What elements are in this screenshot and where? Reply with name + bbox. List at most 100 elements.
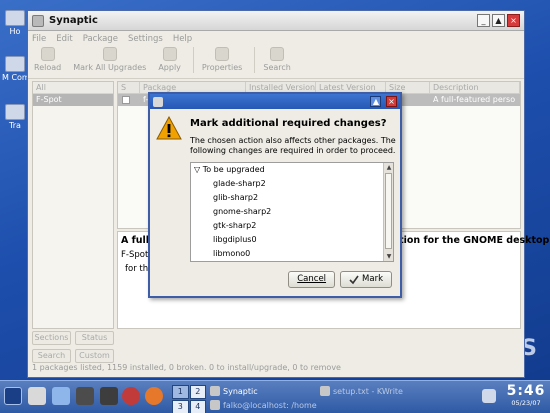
menu-package[interactable]: Package (83, 34, 118, 44)
search-button[interactable]: Search (263, 47, 291, 72)
minimize-button[interactable]: _ (477, 14, 490, 27)
computer-icon (5, 56, 25, 72)
col-status[interactable]: S (118, 82, 140, 93)
dialog-title-bar[interactable]: ▲ × (150, 94, 400, 109)
help-icon[interactable] (122, 387, 140, 405)
sections-button[interactable]: Sections (32, 331, 71, 345)
status-bar: 1 packages listed, 1159 installed, 0 bro… (32, 363, 341, 372)
desktop-icon-trash[interactable]: Tra (2, 104, 28, 130)
tools-icon[interactable] (100, 387, 118, 405)
list-item[interactable]: glib-sharp2 (191, 191, 383, 205)
desktop-icon-computer[interactable]: M Comp (2, 56, 28, 82)
side-buttons-row-2: Search Custom (32, 349, 114, 363)
maximize-button[interactable]: ▲ (492, 14, 505, 27)
menu-settings[interactable]: Settings (128, 34, 163, 44)
task-label: falko@localhost: /home (223, 400, 317, 410)
network-tray-icon[interactable] (482, 389, 496, 403)
scroll-thumb[interactable] (385, 173, 392, 249)
toolbar: Reload Mark All Upgrades Apply Propertie… (28, 47, 524, 79)
list-item[interactable]: libgdiplus0 (191, 233, 383, 247)
side-buttons-row-1: Sections Status (32, 331, 114, 345)
desktop-icon-label: Tra (9, 121, 21, 130)
home-folder-icon (5, 10, 25, 26)
scroll-down-icon[interactable]: ▼ (384, 252, 394, 261)
home-icon[interactable] (52, 387, 70, 405)
pager-desktop-2[interactable]: 2 (189, 385, 206, 399)
reload-button[interactable]: Reload (34, 47, 61, 72)
clock-time: 5:46 (506, 383, 546, 399)
properties-label: Properties (201, 63, 243, 72)
mark-all-upgrades-label: Mark All Upgrades (73, 63, 147, 72)
menu-edit[interactable]: Edit (56, 34, 72, 44)
row-description: A full-featured perso (433, 95, 516, 104)
list-item[interactable]: gtk-sharp2 (191, 219, 383, 233)
show-desktop-icon[interactable] (28, 387, 46, 405)
desktop-icon-home[interactable]: Ho (2, 10, 28, 36)
pager-desktop-3[interactable]: 3 (172, 400, 189, 413)
list-item[interactable]: gnome-sharp2 (191, 205, 383, 219)
trash-icon (5, 104, 25, 120)
tree-group-to-be-upgraded[interactable]: ▽ To be upgraded (191, 163, 383, 177)
row-checkbox[interactable] (122, 96, 130, 104)
synaptic-app-icon (32, 14, 44, 27)
mark-button[interactable]: Mark (340, 271, 392, 288)
row-checkbox-cell (118, 94, 140, 106)
custom-button[interactable]: Custom (75, 349, 114, 363)
filter-list[interactable]: All F-Spot (32, 81, 114, 329)
list-item[interactable]: libmono0 (191, 247, 383, 261)
changes-tree-items: ▽ To be upgraded glade-sharp2 glib-sharp… (191, 163, 383, 261)
task-synaptic[interactable]: Synaptic (210, 386, 258, 396)
tree-scrollbar[interactable]: ▲ ▼ (383, 163, 393, 261)
reload-icon (40, 47, 55, 61)
dialog-maximize-button[interactable]: ▲ (370, 96, 382, 107)
scroll-up-icon[interactable]: ▲ (384, 163, 394, 172)
toolbar-separator (254, 47, 256, 73)
dialog-window-buttons: ▲ × (368, 96, 397, 107)
apply-label: Apply (158, 63, 181, 72)
changes-tree[interactable]: ▽ To be upgraded glade-sharp2 glib-sharp… (190, 162, 394, 262)
konsole-task-icon (210, 400, 220, 410)
start-menu-icon[interactable] (4, 387, 22, 405)
filter-list-header: All (33, 82, 113, 94)
search-label: Search (263, 63, 291, 72)
filter-item[interactable]: F-Spot (33, 94, 113, 106)
toolbar-separator (192, 47, 194, 73)
task-kwrite[interactable]: setup.txt - KWrite (320, 386, 403, 396)
clock-date: 05/23/07 (511, 399, 541, 407)
list-item[interactable]: glade-sharp2 (191, 177, 383, 191)
expander-icon[interactable]: ▽ (194, 165, 200, 174)
apply-icon (162, 47, 177, 61)
dialog-app-icon (153, 96, 163, 107)
warning-icon (156, 116, 182, 140)
pager-desktop-1[interactable]: 1 (172, 385, 189, 399)
title-bar[interactable]: Synaptic _ ▲ × (28, 11, 524, 31)
cancel-button[interactable]: Cancel (288, 271, 336, 288)
search-filter-button[interactable]: Search (32, 349, 71, 363)
desktop-icon-label: M Comp (2, 73, 28, 82)
task-label: Synaptic (223, 386, 258, 396)
reload-label: Reload (34, 63, 62, 72)
upgrade-icon (102, 47, 117, 61)
close-button[interactable]: × (507, 14, 520, 27)
status-button[interactable]: Status (75, 331, 114, 345)
konsole-icon[interactable] (76, 387, 94, 405)
clock[interactable]: 5:46 05/23/07 (506, 383, 546, 407)
task-konsole[interactable]: falko@localhost: /home (210, 400, 317, 410)
taskbar: 1 2 3 4 Synaptic setup.txt - KWrite falk… (0, 380, 550, 413)
firefox-icon[interactable] (145, 387, 163, 405)
apply-button[interactable]: Apply (158, 47, 181, 72)
task-label: setup.txt - KWrite (333, 386, 403, 396)
mark-all-upgrades-button[interactable]: Mark All Upgrades (73, 47, 146, 72)
properties-button[interactable]: Properties (202, 47, 242, 72)
checkmark-icon (349, 275, 359, 284)
menu-file[interactable]: File (32, 34, 46, 44)
col-description[interactable]: Description (430, 82, 520, 93)
properties-icon (215, 47, 230, 61)
dialog-close-button[interactable]: × (386, 96, 397, 107)
window-title: Synaptic (49, 15, 98, 26)
menu-help[interactable]: Help (173, 34, 192, 44)
pager-desktop-4[interactable]: 4 (189, 400, 206, 413)
synaptic-task-icon (210, 386, 220, 396)
desktop-pager: 1 2 3 4 (172, 385, 206, 413)
tree-group-label: To be upgraded (202, 165, 265, 174)
